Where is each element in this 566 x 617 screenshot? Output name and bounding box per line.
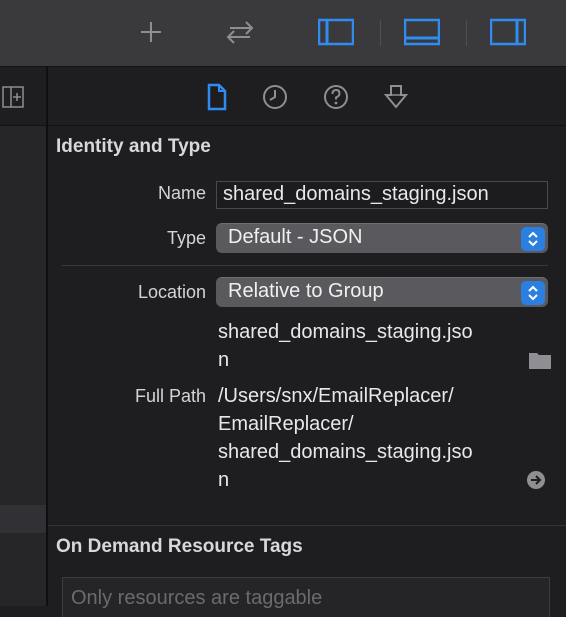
- plus-icon[interactable]: [133, 16, 169, 48]
- name-field[interactable]: shared_domains_staging.json: [216, 181, 548, 209]
- identity-section-title: Identity and Type: [56, 136, 211, 157]
- toolbar-separator: [466, 20, 467, 46]
- inspector-toggle-icon[interactable]: [490, 16, 526, 48]
- location-label: Location: [137, 282, 206, 302]
- full-path-line-2: EmailReplacer/: [218, 413, 354, 435]
- location-value: Relative to Group: [228, 280, 384, 302]
- section-divider: [48, 525, 566, 526]
- full-path-line-1: /Users/snx/EmailReplacer/: [218, 385, 454, 407]
- folder-icon[interactable]: [528, 350, 552, 370]
- shield-download-icon[interactable]: [380, 81, 412, 113]
- tags-field: Only resources are taggable: [62, 577, 550, 617]
- editor-pane: [0, 67, 46, 606]
- name-label: Name: [157, 183, 206, 203]
- location-popup[interactable]: Relative to Group: [216, 277, 548, 307]
- inspector-tab-bar: [48, 67, 566, 126]
- chevron-updown-icon: [521, 281, 545, 305]
- clock-icon[interactable]: [259, 81, 291, 113]
- full-path-line-4: n: [218, 469, 230, 491]
- swap-arrows-icon[interactable]: [222, 16, 258, 48]
- editor-header: [0, 67, 46, 126]
- type-popup[interactable]: Default - JSON: [216, 223, 548, 253]
- toolbar-separator: [380, 20, 381, 46]
- tags-section-title: On Demand Resource Tags: [56, 536, 303, 557]
- help-icon[interactable]: [320, 81, 352, 113]
- location-filename-line-1: shared_domains_staging.jso: [218, 321, 473, 343]
- debug-area-toggle-icon[interactable]: [404, 16, 440, 48]
- reveal-arrow-icon[interactable]: [526, 470, 546, 490]
- file-inspector: Identity and Type Name shared_domains_st…: [48, 67, 566, 617]
- window-toolbar: [0, 0, 566, 67]
- type-label: Type: [166, 228, 206, 248]
- type-value: Default - JSON: [228, 226, 363, 248]
- split-editor-icon[interactable]: [2, 85, 26, 109]
- file-icon[interactable]: [200, 81, 232, 113]
- full-path-line-3: shared_domains_staging.jso: [218, 441, 473, 463]
- navigator-toggle-icon[interactable]: [318, 16, 354, 48]
- location-filename-line-2: n: [218, 349, 230, 371]
- full-path-label: Full Path: [134, 386, 206, 406]
- chevron-updown-icon: [521, 227, 545, 251]
- editor-highlighted-row: [0, 505, 46, 533]
- section-divider: [62, 265, 548, 266]
